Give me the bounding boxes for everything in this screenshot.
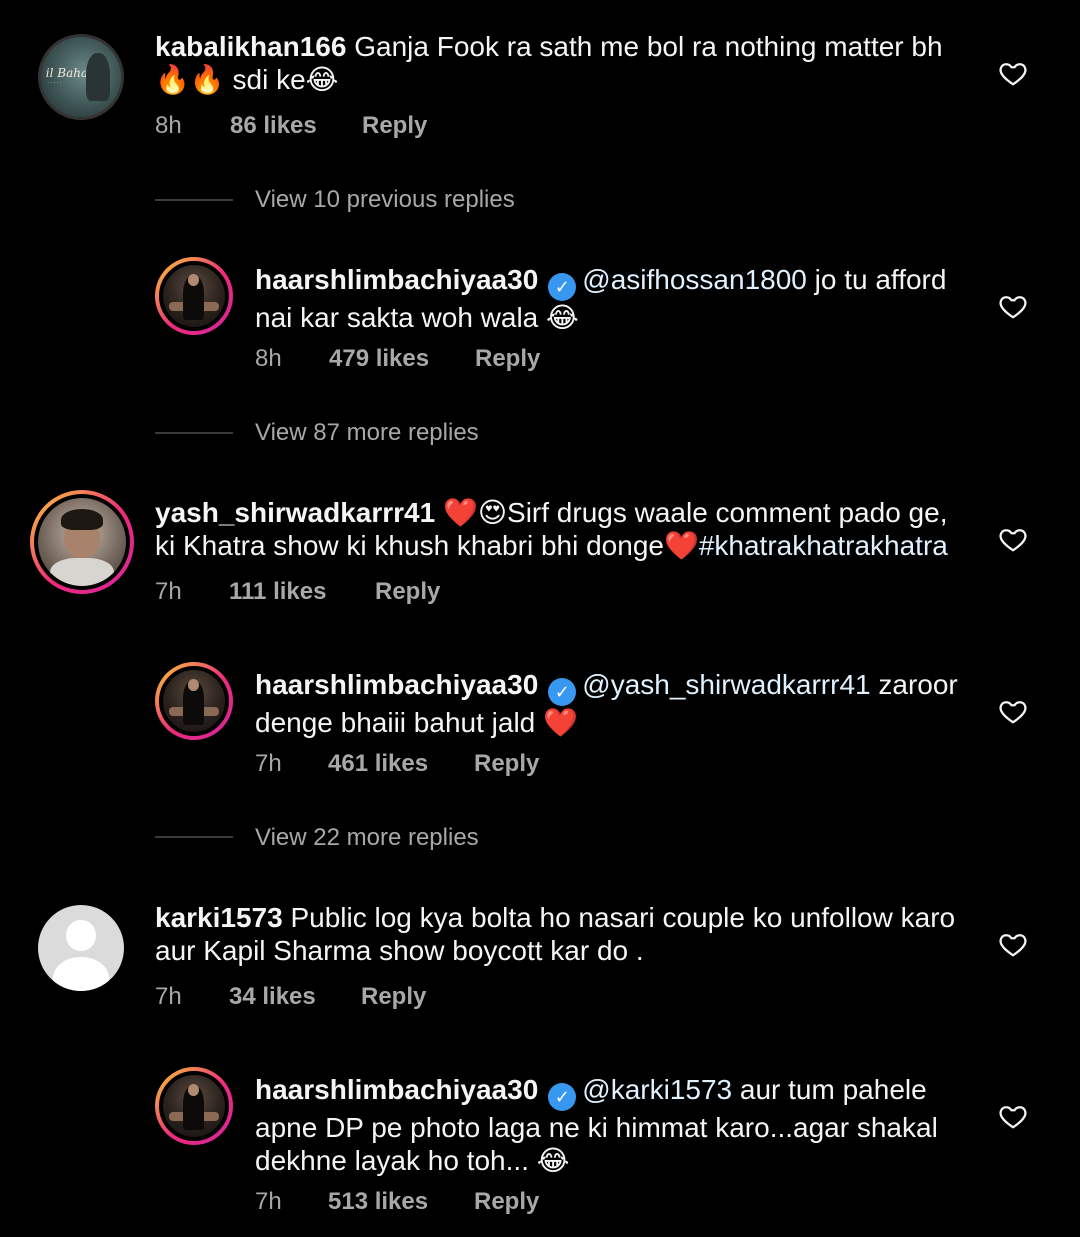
likes-count[interactable]: 479 likes: [329, 345, 429, 373]
comment-time: 7h: [155, 983, 182, 1010]
comment-body: karki1573 Public log kya bolta ho nasari…: [155, 901, 975, 967]
likes-count[interactable]: 513 likes: [328, 1188, 428, 1216]
reply-username[interactable]: haarshlimbachiyaa30: [255, 264, 538, 295]
reply-button[interactable]: Reply: [362, 112, 427, 140]
heart-icon[interactable]: [998, 291, 1028, 321]
verified-badge-icon: ✓: [548, 1083, 577, 1111]
avatar[interactable]: [155, 1067, 233, 1145]
heart-icon[interactable]: [998, 929, 1028, 959]
verified-badge-icon: ✓: [548, 273, 577, 301]
view-replies-divider: [155, 836, 233, 838]
avatar-person: [85, 53, 110, 101]
reply-button[interactable]: Reply: [361, 983, 426, 1011]
avatar-subtext: ·····: [47, 80, 63, 87]
view-replies-divider: [155, 432, 233, 434]
avatar[interactable]: [155, 662, 233, 740]
comment-username[interactable]: yash_shirwadkarrr41: [155, 497, 435, 528]
avatar[interactable]: [30, 490, 134, 594]
comment-username[interactable]: kabalikhan166: [155, 31, 346, 62]
view-previous-replies[interactable]: View 10 previous replies: [255, 186, 515, 214]
comment-hashtag[interactable]: #khatrakhatrakhatra: [699, 530, 948, 561]
reply-mention[interactable]: @yash_shirwadkarrr41: [582, 669, 870, 700]
reply-body: haarshlimbachiyaa30 ✓ @asifhossan1800 jo t…: [255, 263, 975, 334]
reply-time: 8h: [255, 345, 282, 372]
heart-icon[interactable]: [998, 696, 1028, 726]
avatar[interactable]: il Baharu ·····: [38, 34, 124, 120]
view-more-replies[interactable]: View 87 more replies: [255, 419, 479, 447]
reply-button[interactable]: Reply: [475, 345, 540, 373]
default-avatar-head: [66, 920, 96, 952]
reply-time: 7h: [255, 1188, 282, 1215]
comment-time: 7h: [155, 578, 182, 605]
heart-icon[interactable]: [998, 524, 1028, 554]
likes-count[interactable]: 461 likes: [328, 750, 428, 778]
heart-icon[interactable]: [998, 58, 1028, 88]
avatar[interactable]: [155, 257, 233, 335]
reply-button[interactable]: Reply: [375, 578, 440, 606]
view-more-replies[interactable]: View 22 more replies: [255, 824, 479, 852]
reply-time: 7h: [255, 750, 282, 777]
verified-badge-icon: ✓: [548, 678, 577, 706]
reply-button[interactable]: Reply: [474, 1188, 539, 1216]
reply-mention[interactable]: @asifhossan1800: [582, 264, 807, 295]
heart-icon[interactable]: [998, 1101, 1028, 1131]
reply-body: haarshlimbachiyaa30 ✓ @karki1573 aur tum p…: [255, 1073, 975, 1177]
reply-button[interactable]: Reply: [474, 750, 539, 778]
likes-count[interactable]: 34 likes: [229, 983, 316, 1011]
avatar[interactable]: [38, 905, 124, 991]
comment-body: yash_shirwadkarrr41 ❤️😍Sirf drugs waale …: [155, 496, 975, 562]
comment-body: kabalikhan166 Ganja Fook ra sath me bol …: [155, 30, 975, 96]
likes-count[interactable]: 86 likes: [230, 112, 317, 140]
default-avatar-body: [53, 956, 109, 991]
reply-body: haarshlimbachiyaa30 ✓ @yash_shirwadkarrr41…: [255, 668, 975, 739]
likes-count[interactable]: 111 likes: [229, 578, 326, 606]
reply-username[interactable]: haarshlimbachiyaa30: [255, 1074, 538, 1105]
comment-time: 8h: [155, 112, 182, 139]
comment-username[interactable]: karki1573: [155, 902, 283, 933]
view-replies-divider: [155, 199, 233, 201]
reply-username[interactable]: haarshlimbachiyaa30: [255, 669, 538, 700]
reply-mention[interactable]: @karki1573: [582, 1074, 732, 1105]
